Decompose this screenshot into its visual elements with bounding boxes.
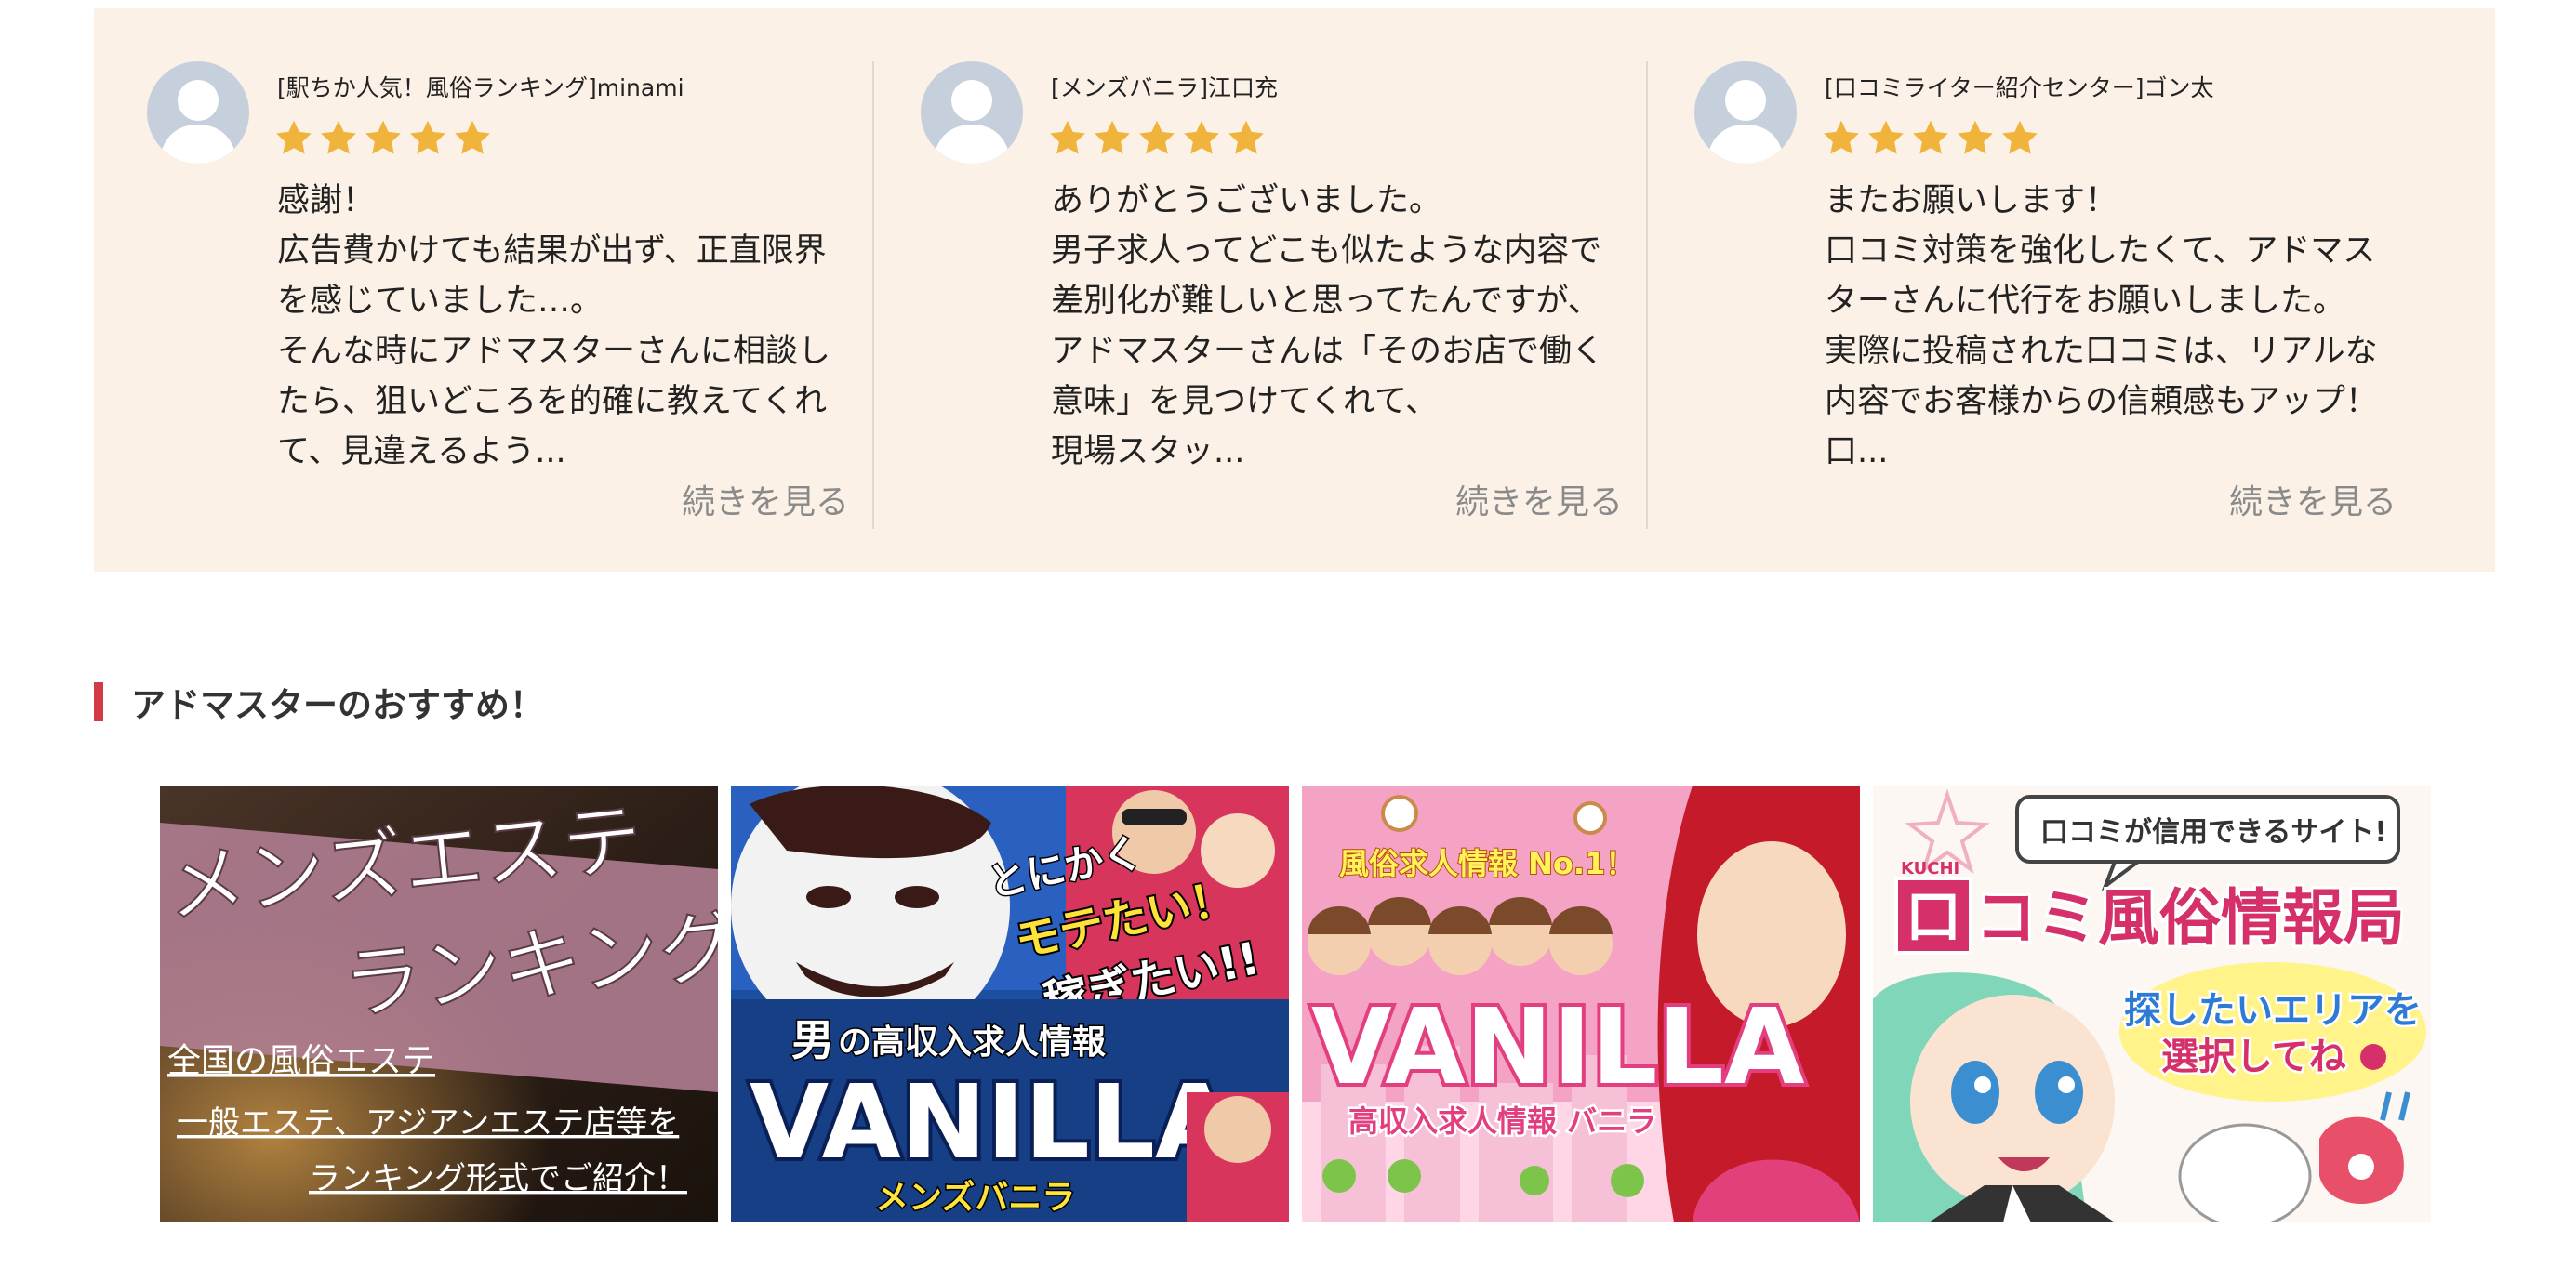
star-icon bbox=[1181, 118, 1226, 163]
review-line: 男子求人ってどこも似たような内容で bbox=[1051, 232, 1602, 270]
banner-logo-kuchi: KUCHI bbox=[1901, 859, 1959, 878]
review-line: 現場スタッ... bbox=[1051, 433, 1245, 470]
review-line: て、見違えるよう... bbox=[277, 433, 566, 470]
review-line: アドマスターさんは「そのお店で働く bbox=[1051, 333, 1605, 370]
star-icon bbox=[1821, 118, 1866, 163]
read-more-link[interactable]: 続きを見る bbox=[1455, 478, 1623, 528]
review-line: またお願いします！ bbox=[1825, 182, 2118, 219]
section-title: アドマスターのおすすめ！ bbox=[131, 685, 544, 725]
review-line: そんな時にアドマスターさんに相談し bbox=[277, 333, 831, 370]
banner-bubble-text: 口コミが信用できるサイト! bbox=[2040, 816, 2387, 849]
review-line: 口コミ対策を強化したくて、アドマス bbox=[1825, 232, 2376, 270]
reviewer-name: [メンズバニラ]江口充 bbox=[1051, 74, 1279, 101]
star-icon bbox=[1047, 118, 1092, 163]
banner-logo-box: 口 bbox=[1905, 885, 1961, 950]
review-card: [メンズバニラ]江口充 ありがとうございました。 男子求人ってどこも似たような内… bbox=[868, 8, 1641, 572]
avatar bbox=[147, 61, 249, 164]
banner-tagline: 風俗求人情報 No.1！ bbox=[1339, 846, 1635, 881]
star-rating bbox=[1047, 118, 1270, 166]
banner-logo: VANILLA bbox=[750, 1063, 1234, 1182]
banner-kicker: の高収入求人情報 bbox=[838, 1023, 1106, 1062]
reviewer-name: [駅ちか人気！風俗ランキング]minami bbox=[277, 74, 684, 101]
review-text: またお願いします！ 口コミ対策を強化したくて、アドマス ターさんに代行をお願いし… bbox=[1825, 176, 2406, 477]
banner-mens-vanilla[interactable]: とにかく モテたい！ 稼ぎたい!! 男 の高収入求人情報 VANILLA メンズ… bbox=[731, 786, 1289, 1222]
review-line: ターさんに代行をお願いしました。 bbox=[1825, 283, 2346, 320]
star-icon bbox=[273, 118, 318, 163]
review-card: [駅ちか人気！風俗ランキング]minami 感謝！ 広告費かけても結果が出ず、正… bbox=[94, 8, 868, 572]
banner-kuchikomi-fuzoku[interactable]: 口コミが信用できるサイト! KUCHI 口 コミ風俗情報局 探したいエリアを 選… bbox=[1873, 786, 2431, 1222]
star-icon bbox=[1092, 118, 1136, 163]
reviews-panel: [駅ちか人気！風俗ランキング]minami 感謝！ 広告費かけても結果が出ず、正… bbox=[94, 8, 2495, 572]
read-more-link[interactable]: 続きを見る bbox=[682, 478, 849, 528]
banner-subtitle-line: ランキング形式でご紹介！ bbox=[309, 1161, 687, 1196]
banner-cta-line: 選択してね bbox=[2161, 1036, 2346, 1078]
review-text: 感謝！ 広告費かけても結果が出ず、正直限界 を感じていました…。 そんな時にアド… bbox=[277, 176, 858, 477]
star-icon bbox=[1955, 118, 1999, 163]
banner-cta-line: 探したいエリアを bbox=[2124, 989, 2422, 1032]
star-icon bbox=[452, 118, 497, 163]
avatar bbox=[1694, 61, 1797, 164]
star-icon bbox=[363, 118, 407, 163]
banner-logo: VANILLA bbox=[1311, 987, 1805, 1108]
star-rating bbox=[1821, 118, 2044, 166]
banner-logo-sub: メンズバニラ bbox=[875, 1178, 1075, 1217]
star-icon bbox=[1910, 118, 1955, 163]
star-icon bbox=[1136, 118, 1181, 163]
review-line: たら、狙いどころを的確に教えてくれ bbox=[277, 383, 828, 420]
review-line: ありがとうございました。 bbox=[1051, 182, 1442, 219]
banner-logo-sub: 高収入求人情報 バニラ bbox=[1348, 1103, 1656, 1139]
review-line: 感謝！ bbox=[277, 182, 376, 219]
section-heading: アドマスターのおすすめ！ bbox=[94, 681, 544, 725]
reviewer-name: [口コミライター紹介センター]ゴン太 bbox=[1825, 74, 2214, 101]
star-rating bbox=[273, 118, 497, 166]
review-line: 口... bbox=[1825, 433, 1889, 470]
review-text: ありがとうございました。 男子求人ってどこも似たような内容で 差別化が難しいと思… bbox=[1051, 176, 1632, 477]
review-line: 内容でお客様からの信頼感もアップ！ bbox=[1825, 383, 2379, 420]
banner-kicker-big: 男 bbox=[791, 1015, 834, 1065]
review-line: を感じていました…。 bbox=[277, 283, 604, 320]
star-icon bbox=[1866, 118, 1910, 163]
avatar bbox=[921, 61, 1023, 164]
star-icon bbox=[407, 118, 452, 163]
review-card: [口コミライター紹介センター]ゴン太 またお願いします！ 口コミ対策を強化したく… bbox=[1641, 8, 2415, 572]
banner-mens-esthe-ranking[interactable]: メンズエステ ランキング 全国の風俗エステ 一般エステ、アジアンエステ店等を ラ… bbox=[160, 786, 718, 1222]
heading-accent-bar bbox=[94, 682, 103, 721]
star-icon bbox=[1226, 118, 1270, 163]
review-line: 差別化が難しいと思ってたんですが、 bbox=[1051, 283, 1600, 320]
read-more-link[interactable]: 続きを見る bbox=[2229, 478, 2397, 528]
banner-subtitle-line: 一般エステ、アジアンエステ店等を bbox=[177, 1105, 679, 1141]
review-line: 実際に投稿された口コミは、リアルな bbox=[1825, 333, 2378, 370]
review-line: 意味」を見つけてくれて、 bbox=[1051, 383, 1439, 420]
review-line: 広告費かけても結果が出ず、正直限界 bbox=[277, 232, 827, 270]
banner-vanilla[interactable]: 風俗求人情報 No.1！ VANILLA 高収入求人情報 バニラ bbox=[1302, 786, 1860, 1222]
star-icon bbox=[1999, 118, 2044, 163]
star-icon bbox=[318, 118, 363, 163]
recommendation-banners: メンズエステ ランキング 全国の風俗エステ 一般エステ、アジアンエステ店等を ラ… bbox=[160, 786, 2431, 1222]
banner-subtitle-line: 全国の風俗エステ bbox=[167, 1041, 435, 1079]
banner-logo-text: コミ風俗情報局 bbox=[1975, 882, 2405, 954]
